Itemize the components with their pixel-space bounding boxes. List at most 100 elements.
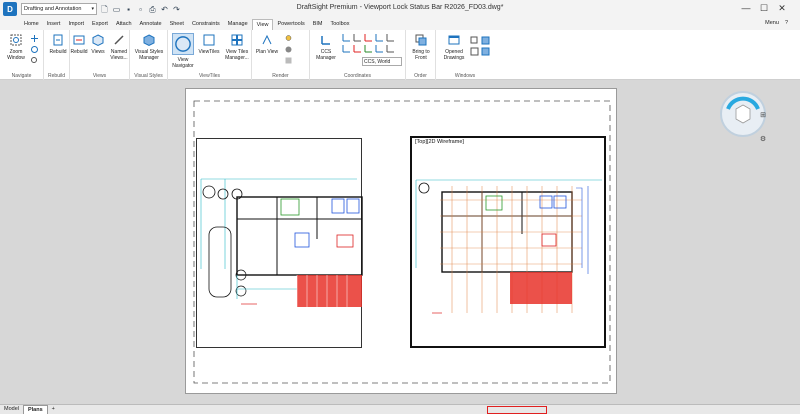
group-order: Bring to Front Order <box>406 30 436 80</box>
tab-import[interactable]: Import <box>64 19 88 30</box>
tab-powertools[interactable]: Powertools <box>273 19 308 30</box>
ccs-x-icon[interactable] <box>353 44 362 53</box>
bring-to-front-button[interactable]: Bring to Front <box>408 33 434 61</box>
pan-icon[interactable] <box>30 34 39 43</box>
layout-tab-plans[interactable]: Plans <box>22 405 48 414</box>
ccs-manager-button[interactable]: CCS Manager <box>314 33 338 61</box>
ccs-y-icon[interactable] <box>364 44 373 53</box>
view-navigator-label: View Navigator <box>172 57 194 69</box>
windows-small-icons <box>470 36 490 56</box>
ribbon-panel: Zoom Window Navigate Rebuild Rebuild Reb… <box>0 30 800 80</box>
floor-plan-2 <box>415 179 602 314</box>
tab-toolbox[interactable]: Toolbox <box>326 19 353 30</box>
tile-horizontal-icon[interactable] <box>481 36 490 45</box>
ucs-value: CCS, World <box>364 59 391 65</box>
viewport-2-label[interactable]: [Top][2D Wireframe] <box>415 139 464 145</box>
render-icon[interactable] <box>284 56 293 65</box>
visual-styles-manager-button[interactable]: Visual Styles Manager <box>132 33 166 61</box>
tab-insert[interactable]: Insert <box>43 19 65 30</box>
layout-tabs-bar: Model Plans + <box>0 404 800 414</box>
ucs-select[interactable]: CCS, World <box>362 57 402 66</box>
zoom-window-button[interactable]: Zoom Window <box>4 33 28 61</box>
tab-annotate[interactable]: Annotate <box>136 19 166 30</box>
coordinates-row-2 <box>342 44 395 53</box>
ccs-view-icon[interactable] <box>342 44 351 53</box>
opened-drawings-button[interactable]: Opened Drawings <box>440 33 468 61</box>
tab-bim[interactable]: BIM <box>309 19 327 30</box>
viewport-lock-status-highlight[interactable] <box>487 406 547 414</box>
ccs-3point-icon[interactable] <box>386 44 395 53</box>
tab-sheet[interactable]: Sheet <box>166 19 188 30</box>
viewtiles-button[interactable]: ViewTiles <box>198 33 220 55</box>
viewtiles-icon <box>202 33 216 47</box>
material-icon[interactable] <box>284 45 293 54</box>
workspace-select[interactable]: Drafting and Annotation ▾ <box>21 3 97 15</box>
viewtiles-manager-button[interactable]: View Tiles Manager... <box>222 33 252 61</box>
zoom-extents-icon[interactable]: ⊞ <box>758 111 768 121</box>
tab-constraints[interactable]: Constraints <box>188 19 224 30</box>
plan-view-icon <box>260 33 274 47</box>
group-windows: Opened Drawings Windows <box>436 30 494 80</box>
save-icon[interactable]: ▪ <box>124 5 133 14</box>
group-render-title: Render <box>272 73 289 79</box>
tab-attach[interactable]: Attach <box>112 19 136 30</box>
print-icon[interactable]: ⎙ <box>148 5 157 14</box>
floor-plan-1 <box>200 178 363 307</box>
group-coordinates-title: Coordinates <box>344 73 371 79</box>
rebuild-all-button[interactable]: Rebuild <box>70 33 88 55</box>
save-as-icon[interactable]: ▫ <box>136 5 145 14</box>
ccs-object-icon[interactable] <box>386 33 395 42</box>
group-views: Rebuild Views Named Views... Views <box>70 30 130 80</box>
close-button[interactable]: ✕ <box>776 2 788 14</box>
visual-styles-label: Visual Styles Manager <box>134 49 164 61</box>
group-navigate: Zoom Window Navigate <box>0 30 44 80</box>
rebuild-button[interactable]: Rebuild <box>49 33 67 55</box>
tab-manage[interactable]: Manage <box>224 19 252 30</box>
cube-icon <box>91 33 105 47</box>
light-icon[interactable] <box>284 34 293 43</box>
ccs-manager-icon <box>319 33 333 47</box>
plan-view-button[interactable]: Plan View <box>254 33 280 55</box>
tile-vertical-icon[interactable] <box>470 47 479 56</box>
maximize-button[interactable]: ☐ <box>758 2 770 14</box>
drawing-canvas[interactable]: [Top][2D Wireframe] ⊞ ⚙ <box>0 81 800 404</box>
paper-sheet: [Top][2D Wireframe] <box>185 88 617 394</box>
app-logo[interactable]: D <box>3 2 17 16</box>
zoom-window-label: Zoom Window <box>7 49 25 61</box>
ccs-manager-label: CCS Manager <box>316 49 336 61</box>
coordinates-row-1 <box>342 33 395 42</box>
viewport-1[interactable] <box>196 138 363 348</box>
settings-icon[interactable]: ⚙ <box>758 135 768 145</box>
add-layout-button[interactable]: + <box>48 405 59 414</box>
opened-drawings-icon <box>447 33 461 47</box>
windows-row-1 <box>470 36 490 45</box>
zoom-icon[interactable] <box>30 56 39 65</box>
arrange-icons-icon[interactable] <box>481 47 490 56</box>
open-folder-icon[interactable]: ▭ <box>112 5 121 14</box>
redo-icon[interactable]: ↷ <box>172 5 181 14</box>
views-button[interactable]: Views <box>90 33 106 55</box>
undo-icon[interactable]: ↶ <box>160 5 169 14</box>
ccs-origin-icon[interactable] <box>364 33 373 42</box>
rebuild-label: Rebuild <box>49 49 67 55</box>
orbit-icon[interactable] <box>30 45 39 54</box>
ccs-previous-icon[interactable] <box>353 33 362 42</box>
help-button[interactable]: ? <box>785 20 788 26</box>
ccs-world-icon[interactable] <box>342 33 351 42</box>
menu-area: Menu ? <box>765 20 788 26</box>
viewport-2[interactable]: [Top][2D Wireframe] <box>410 136 606 348</box>
view-navigator-button[interactable]: View Navigator <box>170 33 196 69</box>
ccs-z-icon[interactable] <box>375 44 384 53</box>
layout-tab-model[interactable]: Model <box>0 405 23 414</box>
bring-to-front-icon <box>414 33 428 47</box>
cascade-icon[interactable] <box>470 36 479 45</box>
minimize-button[interactable]: — <box>740 2 752 14</box>
views-label: Views <box>91 49 105 55</box>
tab-view[interactable]: View <box>251 19 274 30</box>
named-views-button[interactable]: Named Views... <box>108 33 130 61</box>
new-file-icon[interactable]: 🗋 <box>100 5 109 14</box>
ccs-face-icon[interactable] <box>375 33 384 42</box>
tab-home[interactable]: Home <box>20 19 43 30</box>
tab-export[interactable]: Export <box>88 19 112 30</box>
menu-button[interactable]: Menu <box>765 20 779 26</box>
